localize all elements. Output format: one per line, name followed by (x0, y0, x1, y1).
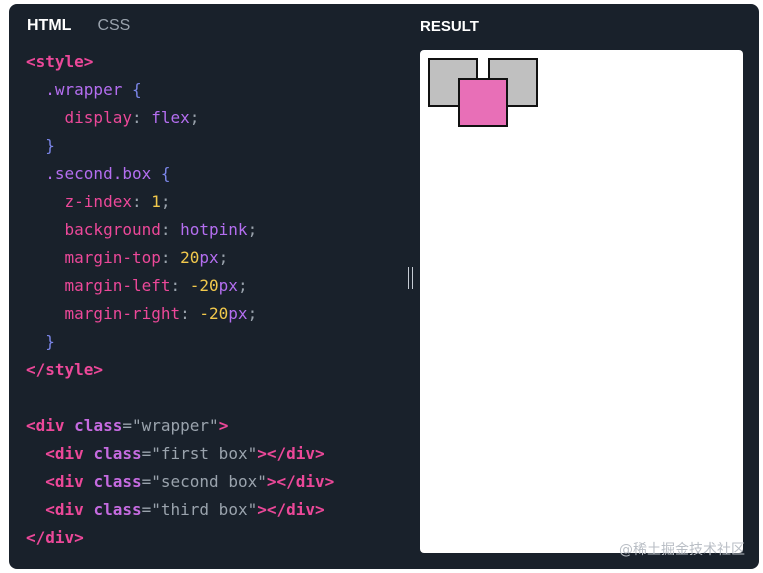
code-token: px (218, 276, 238, 295)
code-token: px (199, 248, 219, 267)
code-token: ></div> (257, 444, 325, 463)
code-token: "wrapper" (131, 416, 219, 435)
code-line: margin-top: 20px; (26, 244, 334, 272)
code-token: class (93, 472, 142, 491)
code-token: <div (45, 444, 94, 463)
tab-css[interactable]: CSS (97, 17, 130, 35)
code-token: margin-top (64, 248, 161, 267)
code-token: = (141, 500, 152, 519)
code-line: <div class="second box"></div> (26, 468, 334, 496)
code-token: = (122, 416, 132, 435)
code-line: z-index: 1; (26, 188, 334, 216)
code-token: "first box" (151, 444, 258, 463)
code-token: : (131, 108, 152, 127)
code-token: z-index (64, 192, 132, 211)
code-token: .second.box (45, 164, 161, 183)
code-token: <div (26, 416, 75, 435)
code-playground: HTML CSS <style> .wrapper { display: fle… (9, 4, 759, 569)
code-token: } (45, 332, 55, 351)
code-line: display: flex; (26, 104, 334, 132)
code-token: : (131, 192, 152, 211)
code-line: <style> (26, 48, 334, 76)
code-token: .wrapper (45, 80, 132, 99)
code-token: ; (160, 192, 171, 211)
code-token: <div (45, 472, 94, 491)
code-token: } (45, 136, 55, 155)
tab-html[interactable]: HTML (27, 17, 71, 35)
code-token: ></div> (257, 500, 325, 519)
code-token: class (93, 444, 142, 463)
code-line: </div> (26, 524, 334, 552)
code-token: background (64, 220, 161, 239)
result-panel (420, 50, 743, 553)
code-token: : (180, 304, 200, 323)
code-token: : (160, 220, 181, 239)
code-line: <div class="third box"></div> (26, 496, 334, 524)
code-token: ; (237, 276, 248, 295)
code-token: margin-right (64, 304, 181, 323)
code-token: { (160, 164, 171, 183)
code-token: "third box" (151, 500, 258, 519)
code-editor[interactable]: <style> .wrapper { display: flex; } .sec… (26, 48, 334, 552)
code-line: <div class="first box"></div> (26, 440, 334, 468)
code-token: ; (189, 108, 200, 127)
code-token: 20 (180, 248, 200, 267)
code-line: .second.box { (26, 160, 334, 188)
resize-handle[interactable] (408, 267, 413, 289)
code-token: ; (247, 220, 258, 239)
code-token: <style> (26, 52, 94, 71)
code-token: ; (247, 304, 258, 323)
code-token: </div> (26, 528, 84, 547)
code-token: = (141, 472, 152, 491)
code-token: </style> (26, 360, 104, 379)
code-token: : (160, 248, 181, 267)
code-token: 1 (151, 192, 161, 211)
code-token: margin-left (64, 276, 171, 295)
code-token: -20 (199, 304, 229, 323)
code-line: <div class="wrapper"> (26, 412, 334, 440)
code-line: </style> (26, 356, 334, 384)
code-token: ; (218, 248, 229, 267)
second-box (458, 78, 508, 127)
code-token: class (74, 416, 123, 435)
code-line: } (26, 132, 334, 160)
code-token: hotpink (180, 220, 248, 239)
code-token: { (131, 80, 142, 99)
code-token: -20 (189, 276, 219, 295)
code-token: flex (151, 108, 190, 127)
code-line: .wrapper { (26, 76, 334, 104)
result-title: RESULT (420, 18, 479, 35)
code-token: : (170, 276, 190, 295)
code-token: = (141, 444, 152, 463)
code-token: > (218, 416, 229, 435)
code-token: display (64, 108, 132, 127)
code-token: <div (45, 500, 94, 519)
code-token: class (93, 500, 142, 519)
code-token: ></div> (266, 472, 335, 491)
code-line: background: hotpink; (26, 216, 334, 244)
code-token: px (228, 304, 248, 323)
code-line: margin-right: -20px; (26, 300, 334, 328)
watermark: @稀土掘金技术社区 (619, 542, 745, 558)
editor-tabs: HTML CSS (27, 17, 130, 35)
code-line: } (26, 328, 334, 356)
code-token: "second box" (151, 472, 267, 491)
code-line: margin-left: -20px; (26, 272, 334, 300)
